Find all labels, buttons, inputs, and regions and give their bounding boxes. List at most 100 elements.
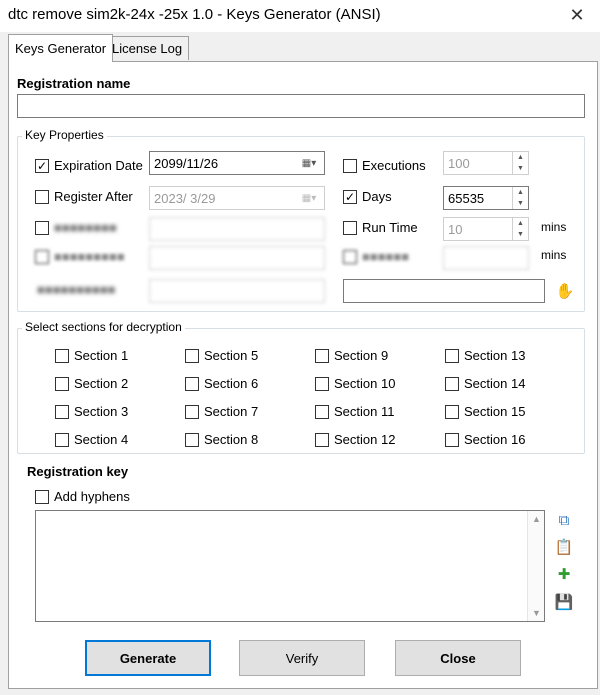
section-3-checkbox[interactable]: Section 3 (55, 404, 128, 419)
section-label: Section 10 (334, 376, 396, 391)
add-hyphens-checkbox[interactable]: Add hyphens (35, 489, 130, 504)
days-label: Days (362, 189, 392, 204)
section-label: Section 5 (204, 348, 259, 363)
obscured-label: ■■■■■■ (362, 249, 410, 264)
executions-spinner[interactable]: ▲ ▼ (512, 152, 528, 174)
days-checkbox[interactable]: Days (343, 189, 392, 204)
expiration-date-checkbox[interactable]: Expiration Date (35, 158, 143, 173)
section-11-checkbox[interactable]: Section 11 (315, 404, 394, 419)
registration-name-label: Registration name (17, 76, 131, 91)
checkbox-unchecked-icon (35, 189, 49, 204)
obscured-label: ■■■■■■■■ (54, 220, 117, 235)
checkbox-unchecked-icon (445, 348, 459, 363)
section-label: Section 14 (464, 376, 526, 391)
add-hyphens-label: Add hyphens (54, 489, 130, 504)
run-time-spinner[interactable]: ▲ ▼ (512, 218, 528, 240)
register-after-checkbox[interactable]: Register After (35, 189, 133, 204)
section-4-checkbox[interactable]: Section 4 (55, 432, 128, 447)
checkbox-unchecked-icon (35, 220, 49, 235)
checkbox-unchecked-icon (343, 249, 357, 264)
calendar-dropdown-icon[interactable]: ▦▾ (296, 190, 322, 206)
section-label: Section 1 (74, 348, 129, 363)
save-icon[interactable]: 💾 (554, 592, 574, 612)
obscured-checkbox-2[interactable]: ■■■■■■■■■ (35, 249, 125, 264)
registration-key-textarea[interactable]: ▲ ▼ (35, 510, 545, 622)
checkbox-unchecked-icon (185, 432, 199, 447)
title-bar: dtc remove sim2k-24x -25x 1.0 - Keys Gen… (0, 0, 600, 32)
run-time-checkbox[interactable]: Run Time (343, 220, 418, 235)
run-time-input[interactable]: 10 ▲ ▼ (443, 217, 529, 241)
obscured-checkbox-3[interactable]: ■■■■■■ (343, 249, 409, 264)
obscured-field-2[interactable] (149, 246, 325, 270)
copy-icon[interactable]: ⧉ (554, 510, 574, 530)
checkbox-unchecked-icon (315, 348, 329, 363)
days-spinner[interactable]: ▲ ▼ (512, 187, 528, 209)
section-2-checkbox[interactable]: Section 2 (55, 376, 128, 391)
section-label: Section 7 (204, 404, 259, 419)
obscured-checkbox-1[interactable]: ■■■■■■■■ (35, 220, 117, 235)
run-time-value: 10 (448, 221, 463, 237)
section-5-checkbox[interactable]: Section 5 (185, 348, 258, 363)
add-file-icon[interactable]: ✚ (554, 564, 574, 584)
register-after-picker[interactable]: 2023/ 3/29 ▦▾ (149, 186, 325, 210)
calendar-dropdown-icon[interactable]: ▦▾ (296, 155, 322, 171)
keys-generator-panel: Registration name Key Properties Expirat… (8, 61, 598, 689)
obscured-label: ■■■■■■■■■ (54, 249, 125, 264)
scroll-down-icon[interactable]: ▼ (528, 605, 545, 621)
section-8-checkbox[interactable]: Section 8 (185, 432, 258, 447)
expiration-date-picker[interactable]: 2099/11/26 ▦▾ (149, 151, 325, 175)
close-button[interactable]: Close (395, 640, 521, 676)
obscured-row-label: ■■■■■■■■■■ (37, 282, 116, 297)
days-input[interactable]: 65535 ▲ ▼ (443, 186, 529, 210)
expiration-date-value: 2099/11/26 (154, 155, 219, 171)
executions-input[interactable]: 100 ▲ ▼ (443, 151, 529, 175)
checkbox-unchecked-icon (55, 404, 69, 419)
obscured-field-4[interactable] (149, 279, 325, 303)
section-1-checkbox[interactable]: Section 1 (55, 348, 128, 363)
checkbox-unchecked-icon (55, 348, 69, 363)
generate-button[interactable]: Generate (85, 640, 211, 676)
checkbox-unchecked-icon (35, 249, 49, 264)
verify-button[interactable]: Verify (239, 640, 365, 676)
section-12-checkbox[interactable]: Section 12 (315, 432, 395, 447)
section-label: Section 11 (334, 404, 395, 419)
key-scrollbar[interactable]: ▲ ▼ (527, 511, 544, 621)
checkbox-unchecked-icon (445, 404, 459, 419)
section-16-checkbox[interactable]: Section 16 (445, 432, 525, 447)
register-after-label: Register After (54, 189, 133, 204)
checkbox-unchecked-icon (445, 376, 459, 391)
section-13-checkbox[interactable]: Section 13 (445, 348, 525, 363)
checkbox-unchecked-icon (315, 432, 329, 447)
tab-keys-generator[interactable]: Keys Generator (8, 34, 114, 62)
hand-icon[interactable]: ✋ (555, 281, 575, 301)
checkbox-unchecked-icon (315, 376, 329, 391)
registration-key-label: Registration key (27, 464, 129, 479)
tab-license-log[interactable]: License Log (105, 36, 190, 60)
section-10-checkbox[interactable]: Section 10 (315, 376, 395, 391)
run-time-unit: mins (541, 220, 567, 234)
section-6-checkbox[interactable]: Section 6 (185, 376, 258, 391)
section-15-checkbox[interactable]: Section 15 (445, 404, 525, 419)
checkbox-unchecked-icon (35, 489, 49, 504)
checkbox-unchecked-icon (343, 220, 357, 235)
sections-title: Select sections for decryption (22, 320, 185, 334)
paste-icon[interactable]: 📋 (554, 537, 574, 557)
close-window-icon[interactable]: ✕ (554, 0, 600, 30)
executions-checkbox[interactable]: Executions (343, 158, 426, 173)
obscured-field-3[interactable] (443, 246, 529, 270)
register-after-value: 2023/ 3/29 (154, 190, 216, 206)
section-14-checkbox[interactable]: Section 14 (445, 376, 525, 391)
obscured-field-5[interactable] (343, 279, 545, 303)
checkbox-unchecked-icon (185, 404, 199, 419)
section-label: Section 15 (464, 404, 526, 419)
section-label: Section 4 (74, 432, 129, 447)
section-label: Section 12 (334, 432, 396, 447)
registration-name-input[interactable] (17, 94, 585, 118)
section-label: Section 6 (204, 376, 259, 391)
section-9-checkbox[interactable]: Section 9 (315, 348, 388, 363)
section-7-checkbox[interactable]: Section 7 (185, 404, 258, 419)
section-label: Section 8 (204, 432, 259, 447)
scroll-up-icon[interactable]: ▲ (528, 511, 545, 527)
obscured-field-1[interactable] (149, 217, 325, 241)
section-label: Section 9 (334, 348, 389, 363)
